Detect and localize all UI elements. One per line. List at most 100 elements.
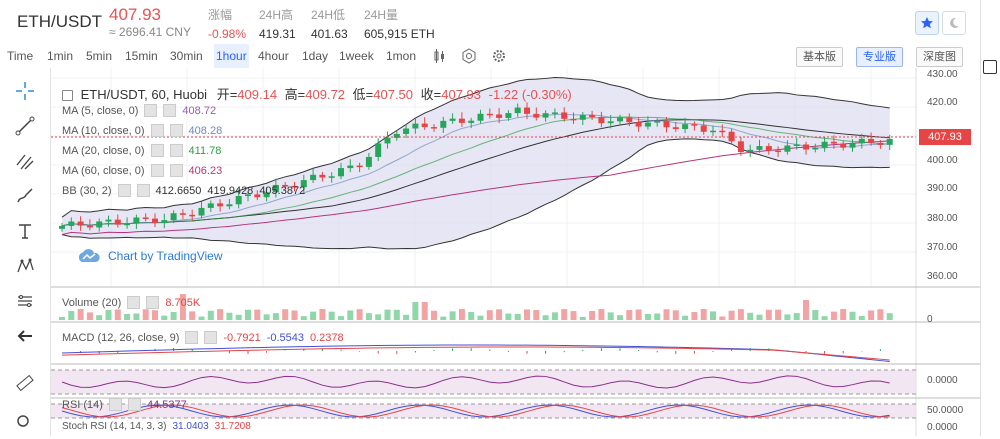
volume-bar	[124, 313, 131, 320]
fib-retracement-icon[interactable]	[10, 146, 40, 176]
last-price: 407.93	[109, 5, 161, 24]
volume-bar	[282, 309, 289, 320]
current-price-label: 407.93	[919, 129, 971, 145]
candle-style-icon[interactable]	[429, 46, 449, 66]
volume-bar	[710, 311, 716, 320]
crosshair-icon[interactable]	[10, 76, 40, 106]
volume-bar	[189, 311, 196, 320]
close-icon[interactable]	[146, 296, 160, 309]
volume-bar	[644, 313, 651, 320]
candle-body	[440, 120, 447, 128]
volume-bar	[105, 309, 112, 320]
pattern-icon[interactable]	[10, 251, 40, 281]
tf-4hour[interactable]: 4hour	[258, 44, 289, 68]
volume-bar	[663, 309, 670, 320]
volume-bar	[486, 310, 493, 320]
tf-30min[interactable]: 30min	[170, 44, 203, 68]
candle-body	[496, 114, 503, 118]
close-icon[interactable]	[136, 184, 150, 197]
settings-icon[interactable]	[150, 124, 164, 137]
volume-bar	[533, 310, 540, 320]
settings-icon[interactable]	[108, 398, 122, 411]
back-arrow-icon[interactable]	[10, 321, 40, 351]
tf-1min[interactable]: 1min	[47, 44, 73, 68]
volume-bar	[161, 315, 168, 320]
candle-body	[207, 203, 214, 208]
candle-body	[514, 107, 521, 114]
settings-gear-icon[interactable]	[489, 46, 509, 66]
collapse-icon[interactable]	[62, 90, 73, 102]
bb-legend: BB (30, 2) 412.6650 419.9428 405.3872	[62, 184, 306, 197]
volume-bar	[589, 311, 596, 320]
close-icon[interactable]	[204, 331, 218, 344]
volume-bar	[254, 309, 261, 320]
tf-15min[interactable]: 15min	[125, 44, 158, 68]
close-icon[interactable]	[169, 164, 183, 177]
volume-bar	[217, 309, 224, 320]
volume-bar	[830, 311, 837, 320]
favorite-star-icon[interactable]	[915, 11, 939, 35]
settings-icon[interactable]	[127, 296, 141, 309]
tf-1mon[interactable]: 1mon	[386, 44, 416, 68]
candle-body	[551, 112, 558, 114]
close-icon[interactable]	[127, 398, 141, 411]
candle-body	[59, 225, 65, 229]
volume-bar	[654, 313, 661, 320]
trend-line-icon[interactable]	[10, 111, 40, 141]
candle-body	[803, 144, 809, 150]
candle-body	[328, 176, 335, 178]
settings-icon[interactable]	[150, 144, 164, 157]
volume-bar	[775, 309, 782, 320]
ma10-legend: MA (10, close, 0) 408.28	[62, 124, 223, 137]
zoom-icon[interactable]	[10, 408, 40, 438]
settings-icon[interactable]	[144, 104, 158, 117]
volume-bar	[849, 311, 856, 320]
forecast-icon[interactable]	[10, 286, 40, 316]
volume-bar	[812, 310, 819, 320]
text-tool-icon[interactable]	[10, 216, 40, 246]
macd-legend: MACD (12, 26, close, 9) -0.7921 -0.5543 …	[62, 331, 344, 344]
settings-icon[interactable]	[117, 184, 131, 197]
price-tick: 430.00	[927, 69, 958, 80]
candle-body	[124, 223, 131, 226]
candle-body	[431, 127, 437, 129]
candle-body	[886, 138, 893, 145]
ruler-icon[interactable]	[10, 368, 40, 398]
tf-5min[interactable]: 5min	[86, 44, 112, 68]
volume-bar	[579, 316, 586, 320]
tradingview-link[interactable]: Chart by TradingView	[76, 248, 223, 264]
close-icon[interactable]	[169, 124, 183, 137]
close-icon[interactable]	[163, 104, 177, 117]
basic-version-button[interactable]: 基本版	[796, 47, 843, 67]
candle-body	[570, 118, 577, 121]
candle-body	[375, 143, 382, 157]
candle-body	[830, 141, 837, 144]
close-icon[interactable]	[169, 144, 183, 157]
candle-body	[384, 137, 391, 144]
volume-bar	[468, 312, 475, 320]
pane-icon[interactable]	[983, 60, 997, 74]
pro-version-button[interactable]: 专业版	[856, 47, 903, 67]
tf-1day[interactable]: 1day	[302, 44, 328, 68]
volume-bar	[347, 310, 354, 320]
candle-body	[710, 130, 716, 133]
candle-body	[663, 121, 670, 128]
tf-1week[interactable]: 1week	[339, 44, 374, 68]
settings-icon[interactable]	[185, 331, 199, 344]
volume-bar	[765, 309, 772, 320]
volume-bar	[840, 309, 847, 320]
volume-bar	[338, 316, 344, 320]
brush-icon[interactable]	[10, 181, 40, 211]
tf-1hour[interactable]: 1hour	[214, 44, 249, 68]
indicators-icon[interactable]	[459, 46, 479, 66]
price-tick: 380.00	[927, 213, 958, 224]
volume-bar	[868, 310, 875, 320]
tf-time[interactable]: Time	[7, 44, 33, 68]
depth-chart-button[interactable]: 深度图	[916, 47, 963, 67]
settings-icon[interactable]	[150, 164, 164, 177]
candle-body	[719, 130, 726, 133]
candle-body	[68, 221, 75, 226]
volume-bar	[598, 309, 605, 320]
night-mode-moon-icon[interactable]	[942, 11, 966, 35]
volume-bar	[542, 315, 549, 320]
